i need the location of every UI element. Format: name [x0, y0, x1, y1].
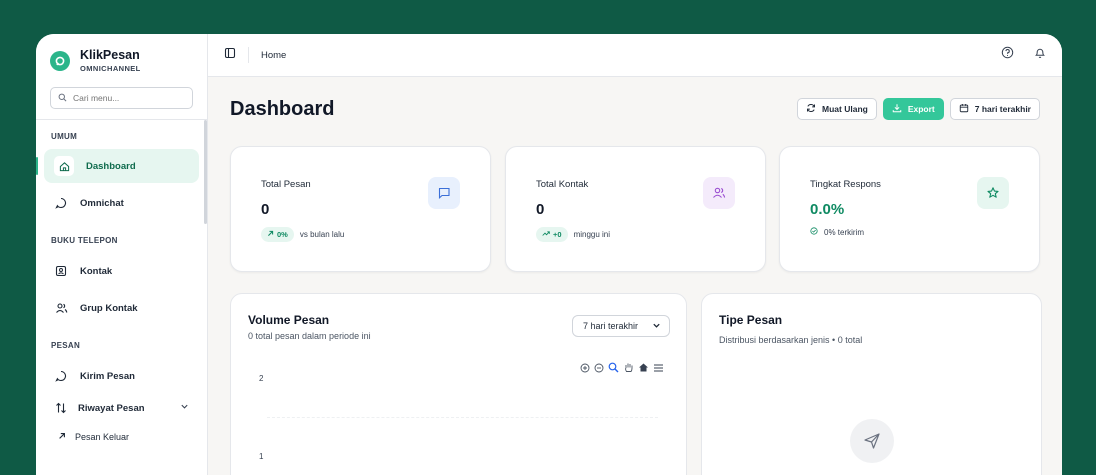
trend-up-icon	[542, 230, 550, 239]
stat-value: 0	[261, 201, 270, 218]
sidebar-item-label: Grup Kontak	[80, 302, 138, 314]
pan-hand-icon[interactable]	[623, 360, 634, 378]
section-pesan: PESAN	[51, 341, 81, 350]
grid-line	[267, 417, 658, 418]
sidebar-item-dashboard[interactable]: Dashboard	[36, 149, 199, 183]
export-button[interactable]: Export	[882, 98, 944, 120]
date-range-label: 7 hari terakhir	[974, 104, 1031, 114]
stat-value: 0	[536, 201, 545, 218]
app-window: KlikPesan OMNICHANNEL UMUM Dashboard	[36, 34, 1062, 475]
star-icon	[977, 177, 1009, 209]
sidebar-item-grup-kontak[interactable]: Grup Kontak	[44, 291, 199, 325]
stat-label: Total Kontak	[536, 179, 589, 190]
brand-name: KlikPesan	[80, 48, 140, 62]
send-icon	[850, 419, 894, 463]
sidebar-subitem-pesan-keluar[interactable]: Pesan Keluar	[44, 423, 199, 451]
stat-value: 0.0%	[810, 201, 845, 218]
page-title: Dashboard	[230, 98, 335, 120]
breadcrumb[interactable]: Home	[261, 50, 286, 61]
zoom-in-icon[interactable]	[580, 360, 590, 378]
brand-subtitle: OMNICHANNEL	[80, 64, 141, 73]
chevron-down-icon	[652, 321, 661, 332]
chart-toolbar	[580, 360, 664, 378]
stat-card-total-kontak: Total Kontak 0 +0 minggu ini	[505, 146, 766, 272]
volume-pesan-panel: Volume Pesan 0 total pesan dalam periode…	[230, 293, 687, 475]
sort-arrows-icon	[54, 401, 68, 415]
main-content: Home Dashboard Muat Ulang Export 7 hari …	[208, 34, 1062, 475]
help-icon[interactable]	[1001, 46, 1014, 64]
users-icon	[703, 177, 735, 209]
sidebar-item-label: Kontak	[80, 265, 113, 277]
tipe-pesan-panel: Tipe Pesan Distribusi berdasarkan jenis …	[701, 293, 1042, 475]
sidebar-item-kirim-pesan[interactable]: Kirim Pesan	[44, 359, 199, 393]
chat-icon	[428, 177, 460, 209]
trend-value: 0%	[277, 230, 288, 239]
trend-badge: 0%	[261, 227, 294, 242]
section-umum: UMUM	[51, 132, 78, 141]
sidebar-item-label: Dashboard	[86, 160, 136, 172]
sidebar-item-label: Omnichat	[80, 197, 124, 209]
sidebar-toggle-icon[interactable]	[224, 46, 236, 64]
panel-subtitle: 0 total pesan dalam periode ini	[248, 331, 371, 341]
sidebar-item-label: Kirim Pesan	[80, 370, 135, 382]
topbar: Home	[208, 34, 1062, 77]
sidebar-item-label: Riwayat Pesan	[78, 402, 145, 414]
trend-note: vs bulan lalu	[299, 230, 345, 239]
refresh-icon	[806, 103, 816, 115]
search-box[interactable]	[50, 87, 193, 109]
export-label: Export	[907, 104, 935, 114]
contact-card-icon	[54, 264, 68, 278]
brand-area: KlikPesan OMNICHANNEL	[36, 34, 207, 120]
section-buku-telepon: BUKU TELEPON	[51, 236, 118, 245]
sidebar-item-kontak[interactable]: Kontak	[44, 254, 199, 288]
calendar-icon	[959, 103, 969, 115]
period-select[interactable]: 7 hari terakhir	[572, 315, 670, 337]
home-reset-icon[interactable]	[638, 360, 649, 378]
trend-note: minggu ini	[573, 230, 611, 239]
stat-label: Total Pesan	[261, 179, 311, 190]
search-input[interactable]	[73, 93, 183, 103]
zoom-out-icon[interactable]	[594, 360, 604, 378]
chat-bubble-icon	[54, 369, 68, 383]
users-icon	[54, 301, 68, 315]
trend-badge: +0	[536, 227, 568, 242]
logo-icon	[50, 50, 70, 71]
arrow-up-right-icon	[267, 230, 274, 239]
download-icon	[892, 103, 902, 115]
y-tick-label: 1	[259, 452, 264, 461]
sidebar-item-riwayat-pesan[interactable]: Riwayat Pesan	[44, 393, 199, 423]
search-icon	[58, 89, 67, 107]
topbar-divider	[248, 47, 249, 63]
stat-card-tingkat-respons: Tingkat Respons 0.0% 0% terkirim	[779, 146, 1040, 272]
panel-subtitle: Distribusi berdasarkan jenis • 0 total	[719, 335, 863, 345]
chevron-down-icon[interactable]	[180, 402, 189, 414]
date-range-button[interactable]: 7 hari terakhir	[949, 98, 1040, 120]
sidebar: KlikPesan OMNICHANNEL UMUM Dashboard	[36, 34, 208, 475]
sidebar-scrollbar[interactable]	[204, 120, 207, 224]
stat-card-total-pesan: Total Pesan 0 0% vs bulan lalu	[230, 146, 491, 272]
trend-note: 0% terkirim	[824, 227, 865, 237]
check-circle-icon	[810, 227, 818, 237]
chat-bubble-icon	[54, 196, 68, 210]
page-actions: Muat Ulang Export 7 hari terakhir	[797, 98, 1040, 120]
y-tick-label: 2	[259, 374, 264, 383]
arrow-up-right-icon	[58, 432, 66, 442]
trend-value: +0	[553, 230, 562, 239]
home-icon	[54, 156, 74, 176]
menu-icon[interactable]	[653, 360, 664, 378]
sidebar-item-omnichat[interactable]: Omnichat	[44, 186, 199, 220]
panel-title: Tipe Pesan	[719, 313, 783, 327]
reload-label: Muat Ulang	[822, 104, 868, 114]
stat-label: Tingkat Respons	[810, 179, 881, 190]
panel-title: Volume Pesan	[248, 313, 330, 327]
reload-button[interactable]: Muat Ulang	[797, 98, 877, 120]
period-select-value: 7 hari terakhir	[583, 321, 639, 331]
sidebar-subitem-label: Pesan Keluar	[75, 432, 130, 442]
bell-icon[interactable]	[1034, 46, 1046, 64]
zoom-select-icon[interactable]	[608, 360, 619, 378]
